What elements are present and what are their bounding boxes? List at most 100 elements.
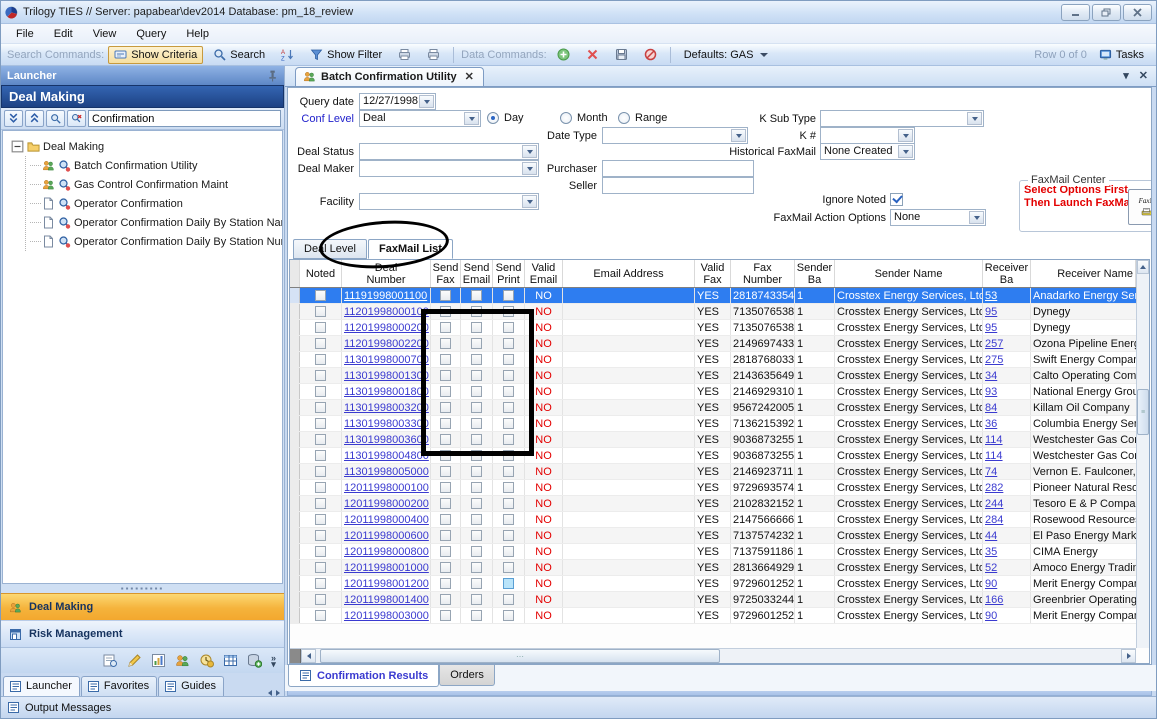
show-filter-button[interactable]: Show Filter [304, 46, 388, 64]
noted-checkbox[interactable] [315, 386, 326, 397]
table-row[interactable]: 11301998005000NOYES21469237111Crosstex E… [290, 464, 1149, 480]
send-fax-checkbox[interactable] [440, 610, 451, 621]
tab-batch-confirmation-utility[interactable]: Batch Confirmation Utility ✕ [295, 67, 484, 86]
send-print-checkbox[interactable] [503, 514, 514, 525]
send-print-checkbox[interactable] [503, 434, 514, 445]
noted-checkbox[interactable] [315, 562, 326, 573]
table-row[interactable]: 12011998000800NOYES71375911861Crosstex E… [290, 544, 1149, 560]
receiver-ba-link[interactable]: 284 [985, 514, 1003, 526]
table-row[interactable]: 11301998004800NOYES90368732551Crosstex E… [290, 448, 1149, 464]
column-header-noted[interactable]: Noted [300, 260, 342, 287]
receiver-ba-link[interactable]: 90 [985, 610, 997, 622]
radio-month[interactable]: Month [560, 112, 608, 124]
send-fax-checkbox[interactable] [440, 578, 451, 589]
send-fax-checkbox[interactable] [440, 546, 451, 557]
collapse-box-icon[interactable] [11, 140, 24, 153]
noted-checkbox[interactable] [315, 594, 326, 605]
deal-status-field[interactable] [359, 143, 539, 160]
deal-number-link[interactable]: 11301998004800 [344, 450, 429, 462]
noted-checkbox[interactable] [315, 466, 326, 477]
deal-number-link[interactable]: 11191998001100 [344, 290, 427, 302]
table-row[interactable]: 12011998000400NOYES21475666661Crosstex E… [290, 512, 1149, 528]
tree-item[interactable]: Operator Confirmation Daily By Station N… [30, 213, 282, 232]
deal-number-link[interactable]: 12011998001200 [344, 578, 429, 590]
expand-all-button[interactable] [25, 110, 44, 127]
send-print-checkbox[interactable] [503, 498, 514, 509]
scroll-left-icon[interactable] [301, 649, 316, 663]
noted-checkbox[interactable] [315, 578, 326, 589]
deal-number-link[interactable]: 12011998003000 [344, 610, 429, 622]
send-fax-checkbox[interactable] [440, 306, 451, 317]
send-fax-checkbox[interactable] [440, 402, 451, 413]
horizontal-scroll-thumb[interactable]: ⋯ [320, 649, 720, 663]
receiver-ba-link[interactable]: 44 [985, 530, 997, 542]
receiver-ba-link[interactable]: 84 [985, 402, 997, 414]
table-row[interactable]: 11201998002200NOYES21496974331Crosstex E… [290, 336, 1149, 352]
table-row[interactable]: 12011998001200NOYES97296012521Crosstex E… [290, 576, 1149, 592]
tree-item[interactable]: Operator Confirmation [30, 194, 282, 213]
print-preview-button[interactable] [392, 46, 417, 64]
table-row[interactable]: 12011998003000NOYES97296012521Crosstex E… [290, 608, 1149, 624]
deal-number-link[interactable]: 11301998005000 [344, 466, 429, 478]
chevron-down-icon[interactable] [464, 112, 479, 125]
column-header-valid_fax[interactable]: Valid Fax [695, 260, 731, 287]
tree-item[interactable]: Gas Control Confirmation Maint [30, 175, 282, 194]
send-email-checkbox[interactable] [471, 578, 482, 589]
table-row[interactable]: 11301998003600NOYES90368732551Crosstex E… [290, 432, 1149, 448]
send-print-checkbox[interactable] [503, 610, 514, 621]
send-fax-checkbox[interactable] [440, 450, 451, 461]
restore-button[interactable] [1092, 4, 1121, 21]
table-row[interactable]: 11301998001800NOYES21469293101Crosstex E… [290, 384, 1149, 400]
column-header-email[interactable]: Email Address [563, 260, 695, 287]
send-fax-checkbox[interactable] [440, 338, 451, 349]
send-fax-checkbox[interactable] [440, 594, 451, 605]
table-row[interactable]: 11301998003300NOYES71362153921Crosstex E… [290, 416, 1149, 432]
send-print-checkbox[interactable] [503, 370, 514, 381]
receiver-ba-link[interactable]: 114 [985, 434, 1003, 446]
deal-number-link[interactable]: 11301998003600 [344, 434, 429, 446]
tree-item[interactable]: Batch Confirmation Utility [30, 156, 282, 175]
send-email-checkbox[interactable] [471, 322, 482, 333]
table-row[interactable]: 12011998001000NOYES28136649291Crosstex E… [290, 560, 1149, 576]
historical-faxmail-field[interactable]: None Created [820, 143, 915, 160]
send-email-checkbox[interactable] [471, 402, 482, 413]
send-print-checkbox[interactable] [503, 578, 514, 589]
send-fax-checkbox[interactable] [440, 530, 451, 541]
edit-pencil-icon[interactable] [127, 653, 142, 668]
send-email-checkbox[interactable] [471, 306, 482, 317]
send-print-checkbox[interactable] [503, 290, 514, 301]
radio-range[interactable]: Range [618, 112, 667, 124]
send-fax-checkbox[interactable] [440, 514, 451, 525]
tab-confirmation-results[interactable]: Confirmation Results [288, 665, 439, 687]
send-fax-checkbox[interactable] [440, 418, 451, 429]
chevron-down-icon[interactable] [969, 211, 984, 224]
column-header-valid_email[interactable]: Valid Email [525, 260, 563, 287]
table-row[interactable]: 12011998001400NOYES97250332441Crosstex E… [290, 592, 1149, 608]
send-email-checkbox[interactable] [471, 370, 482, 381]
noted-checkbox[interactable] [315, 370, 326, 381]
send-print-checkbox[interactable] [503, 562, 514, 573]
send-print-checkbox[interactable] [503, 322, 514, 333]
noted-checkbox[interactable] [315, 530, 326, 541]
query-date-field[interactable]: 12/27/1998 [359, 93, 436, 110]
report-icon[interactable] [151, 653, 166, 668]
send-fax-checkbox[interactable] [440, 498, 451, 509]
tab-list-chevron-icon[interactable]: ▾ [1123, 69, 1129, 82]
table-icon[interactable] [223, 653, 238, 668]
sidebar-splitter[interactable]: ▪▪▪▪▪▪▪▪▪ [1, 584, 284, 593]
column-header-send_email[interactable]: Send Email [461, 260, 493, 287]
search-launcher-button[interactable] [46, 110, 65, 127]
send-print-checkbox[interactable] [503, 594, 514, 605]
deal-number-link[interactable]: 12011998000100 [344, 482, 429, 494]
receiver-ba-link[interactable]: 166 [985, 594, 1003, 606]
pin-icon[interactable] [265, 69, 278, 82]
receiver-ba-link[interactable]: 95 [985, 306, 997, 318]
noted-checkbox[interactable] [315, 514, 326, 525]
menu-view[interactable]: View [84, 26, 126, 42]
receiver-ba-link[interactable]: 34 [985, 370, 997, 382]
send-email-checkbox[interactable] [471, 562, 482, 573]
noted-checkbox[interactable] [315, 322, 326, 333]
tree-item[interactable]: Operator Confirmation Daily By Station N… [30, 232, 282, 251]
noted-checkbox[interactable] [315, 402, 326, 413]
k-number-field[interactable] [820, 127, 915, 144]
